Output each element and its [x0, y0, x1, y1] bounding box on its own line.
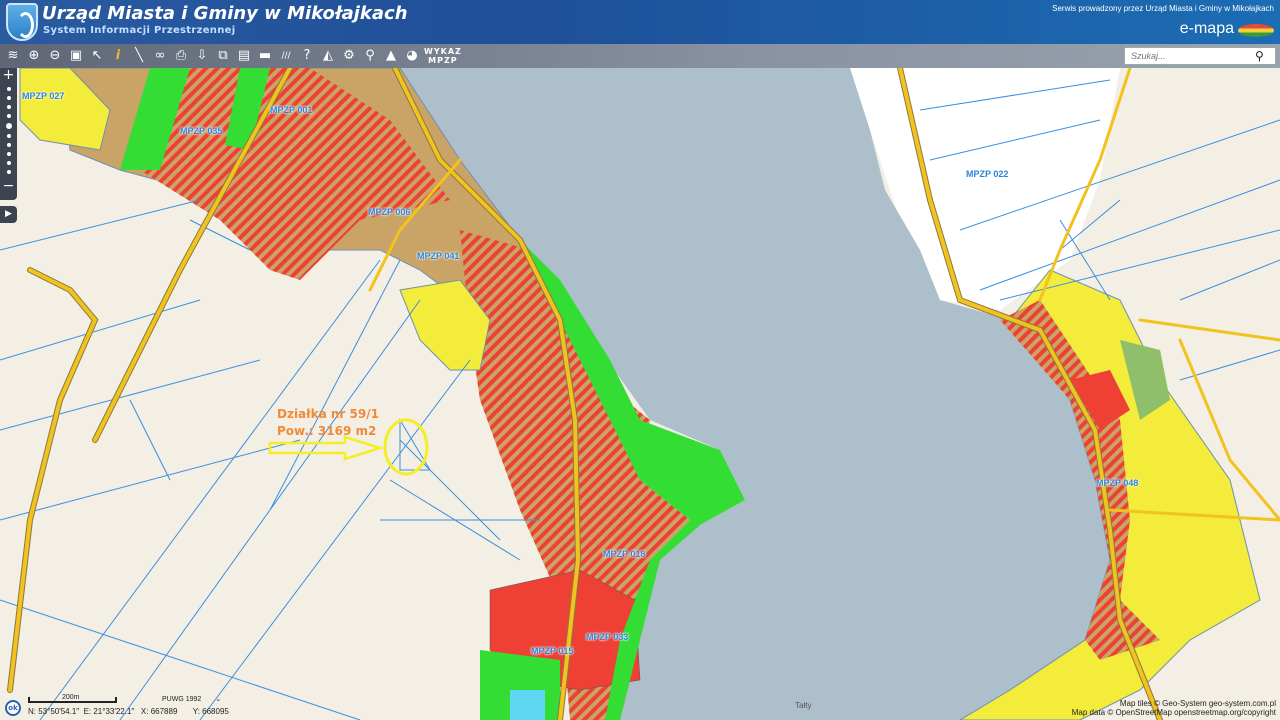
app-title: Urząd Miasta i Gminy w Mikołajkach: [42, 3, 408, 24]
attribution: Map tiles © Geo-System geo-system.com.pl…: [1072, 699, 1276, 717]
parcel-annotation: Działka nr 59/1 Pow.: 3169 m2: [277, 406, 379, 440]
ok-button[interactable]: ok: [5, 700, 21, 716]
info-icon[interactable]: i: [109, 47, 127, 65]
operator-text: Serwis prowadzony przez Urząd Miasta i G…: [1052, 4, 1274, 13]
map-label: MPZP 018: [603, 549, 646, 559]
map-label: MPZP 048: [1096, 478, 1139, 488]
map-canvas[interactable]: [0, 68, 1280, 720]
app-subtitle: System Informacji Przestrzennej: [43, 25, 236, 36]
crs-value: PUWG 1992: [162, 696, 202, 703]
layers-icon[interactable]: ≋: [4, 47, 22, 65]
compare-icon[interactable]: ⧉: [214, 47, 232, 65]
brand-name[interactable]: e-mapa: [1180, 20, 1234, 38]
mpzp-label: MPZP: [428, 56, 458, 65]
attribution-data[interactable]: Map data © OpenStreetMap openstreetmap.o…: [1072, 708, 1276, 717]
terrain-icon[interactable]: ◭: [319, 47, 337, 65]
hatch-icon[interactable]: ///: [277, 47, 295, 65]
print-icon[interactable]: ⎙: [172, 47, 190, 65]
map-label: MPZP 001: [270, 105, 313, 115]
zone-water-small: [510, 690, 545, 720]
map-label: MPZP 033: [586, 632, 629, 642]
map-label: MPZP 035: [180, 126, 223, 136]
zoom-out-icon[interactable]: ⊖: [46, 47, 64, 65]
search-icon[interactable]: ⚲: [1255, 49, 1264, 63]
zoom-in-icon[interactable]: ⊕: [25, 47, 43, 65]
chevron-down-icon: ⌄: [215, 696, 222, 703]
settings-icon[interactable]: ⚙: [340, 47, 358, 65]
measure-icon[interactable]: ╲: [130, 47, 148, 65]
comment-icon[interactable]: ▬: [256, 47, 274, 65]
help-icon[interactable]: ?: [298, 47, 316, 65]
chat-icon[interactable]: ◕: [403, 47, 421, 65]
link-icon[interactable]: ∞: [151, 47, 169, 65]
layout-icon[interactable]: ▤: [235, 47, 253, 65]
user-location-icon[interactable]: ⚲: [361, 47, 379, 65]
map-label: MPZP 027: [22, 91, 65, 101]
wykaz-mpzp-button[interactable]: WYKAZ MPZP: [424, 47, 462, 65]
select-arrow-icon[interactable]: ↖: [88, 47, 106, 65]
parcel-area: Pow.: 3169 m2: [277, 424, 377, 438]
e-mapa-logo[interactable]: [1238, 24, 1274, 37]
mountain-icon[interactable]: ▲: [382, 47, 400, 65]
coat-of-arms-logo: [6, 3, 38, 41]
map-label: MPZP 015: [531, 646, 574, 656]
toolbar: ≋⊕⊖▣↖i╲∞⎙⇩⧉▤▬///?◭⚙⚲▲◕ WYKAZMPZP ⚲: [0, 44, 1280, 68]
expand-panel-button[interactable]: ▶: [0, 206, 17, 223]
place-label: Tałty: [795, 701, 812, 710]
search-box: ⚲: [1124, 47, 1276, 65]
map-label: MPZP 041: [417, 251, 460, 261]
zoom-out-button[interactable]: −: [0, 179, 17, 193]
zoom-in-button[interactable]: +: [0, 68, 17, 82]
scale-label: 200m: [62, 694, 80, 701]
map-label: MPZP 022: [966, 169, 1009, 179]
attribution-tiles[interactable]: Map tiles © Geo-System geo-system.com.pl: [1072, 699, 1276, 708]
parcel-number: Działka nr 59/1: [277, 407, 379, 421]
full-extent-icon[interactable]: ▣: [67, 47, 85, 65]
zoom-slider[interactable]: + −: [0, 68, 17, 200]
coordinates-readout: N: 53°50′54.1″ E: 21°33′22.1″ X: 667889 …: [28, 707, 229, 716]
crs-select[interactable]: PUWG 1992 ⌄: [162, 695, 221, 703]
map-label: MPZP 006: [368, 207, 411, 217]
search-input[interactable]: [1125, 51, 1255, 61]
header: Urząd Miasta i Gminy w Mikołajkach Syste…: [0, 0, 1280, 44]
wykaz-label: WYKAZ: [424, 47, 462, 56]
download-icon[interactable]: ⇩: [193, 47, 211, 65]
